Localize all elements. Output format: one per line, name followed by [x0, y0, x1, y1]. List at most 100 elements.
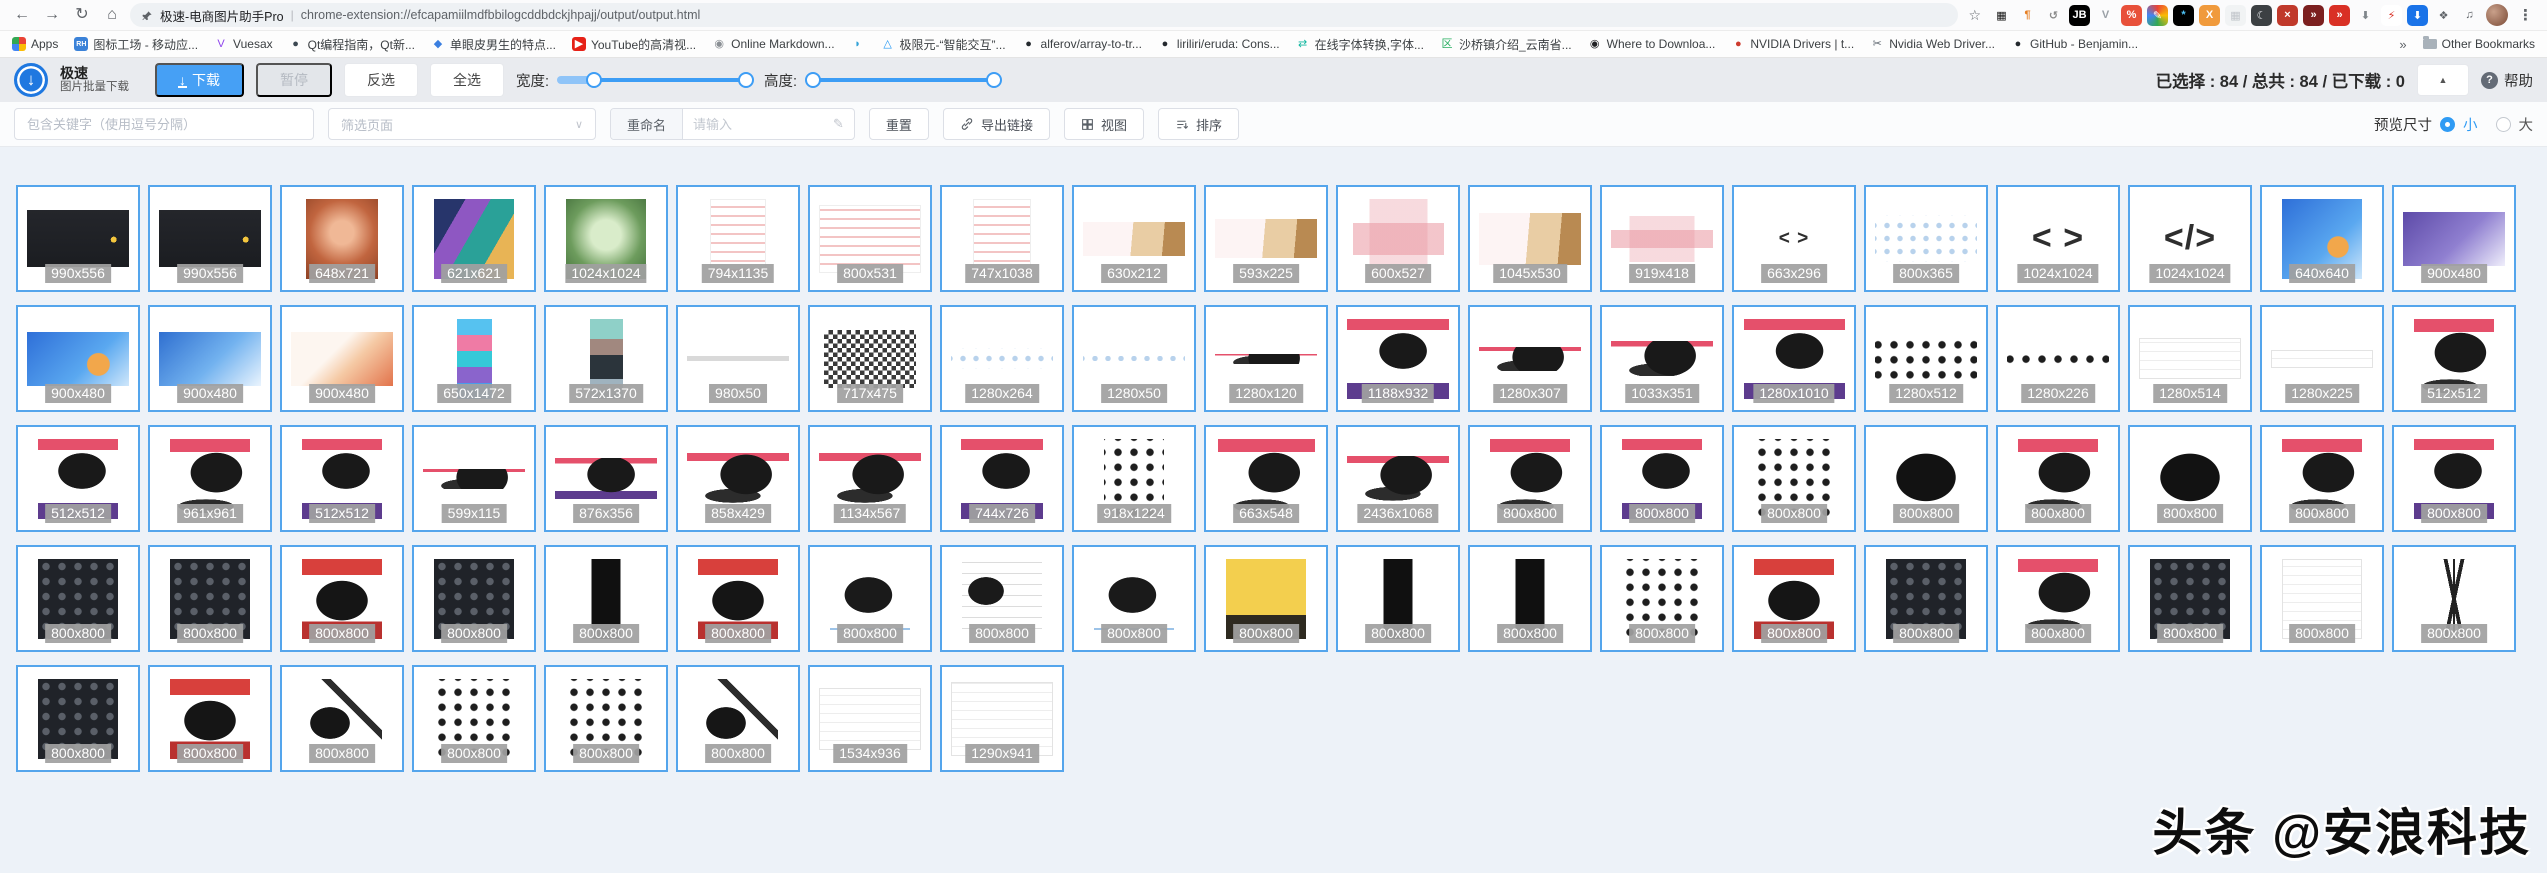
image-cell[interactable]: 800x800 [808, 545, 932, 652]
image-cell[interactable]: 800x800 [1732, 545, 1856, 652]
image-cell[interactable]: 800x800 [544, 665, 668, 772]
rename-input[interactable] [683, 109, 834, 139]
reload-icon[interactable]: ↻ [70, 3, 94, 27]
bookmark-shaqiaozhen[interactable]: 区沙桥镇介绍_云南省... [1440, 36, 1571, 53]
reset-button[interactable]: 重置 [868, 108, 929, 140]
image-cell[interactable]: 800x800 [2392, 545, 2516, 652]
dark-mode-moon-icon[interactable]: ☾ [2251, 4, 2272, 26]
view-button[interactable]: 视图 [1063, 108, 1144, 140]
height-slider-max-handle[interactable] [986, 72, 1003, 88]
width-slider-min-handle[interactable] [586, 72, 603, 88]
bookmark-nvidia-web-driver[interactable]: ✂ Nvidia Web Driver... [1870, 37, 1995, 51]
double-arrow-circle-icon[interactable]: » [2329, 4, 2350, 26]
bookmark-vuesax[interactable]: V Vuesax [214, 37, 272, 51]
shield-x-icon[interactable]: × [2277, 4, 2298, 26]
image-cell[interactable]: 1134x567 [808, 425, 932, 532]
image-cell[interactable]: 1290x941 [940, 665, 1064, 772]
asterisk-icon[interactable]: * [2173, 4, 2194, 26]
image-cell[interactable]: 800x800 [1996, 545, 2120, 652]
select-all-button[interactable]: 全选 [430, 63, 504, 97]
image-cell[interactable]: 630x212 [1072, 185, 1196, 292]
page-filter-select[interactable]: 筛选页面 ∨ [328, 108, 596, 140]
image-cell[interactable]: 800x800 [1468, 545, 1592, 652]
image-cell[interactable]: 800x800 [2128, 425, 2252, 532]
other-bookmarks[interactable]: Other Bookmarks [2422, 36, 2535, 51]
double-arrow-badge-icon[interactable]: » [2303, 4, 2324, 26]
image-cell[interactable]: 512x512 [2392, 305, 2516, 412]
image-cell[interactable]: 663x548 [1204, 425, 1328, 532]
forward-icon[interactable]: → [40, 3, 64, 27]
image-cell[interactable]: 1033x351 [1600, 305, 1724, 412]
image-cell[interactable]: 980x50 [676, 305, 800, 412]
bookmark-qt-guide[interactable]: ● Qt编程指南，Qt新... [289, 36, 415, 53]
image-cell[interactable]: 919x418 [1600, 185, 1724, 292]
image-cell[interactable]: 990x556 [16, 185, 140, 292]
help-button[interactable]: ? 帮助 [2481, 70, 2533, 91]
image-cell[interactable]: 648x721 [280, 185, 404, 292]
image-cell[interactable]: 1280x225 [2260, 305, 2384, 412]
image-cell[interactable]: 800x800 [2260, 545, 2384, 652]
preview-small-radio[interactable] [2440, 116, 2455, 132]
image-cell[interactable]: 858x429 [676, 425, 800, 532]
image-cell[interactable]: 800x800 [16, 665, 140, 772]
image-cell[interactable]: 961x961 [148, 425, 272, 532]
image-cell[interactable]: 744x726 [940, 425, 1064, 532]
image-cell[interactable]: 800x800 [2128, 545, 2252, 652]
docs-pencil-icon[interactable]: ✎ [2147, 4, 2168, 26]
image-cell[interactable]: 800x365 [1864, 185, 1988, 292]
image-cell[interactable]: 800x800 [1996, 425, 2120, 532]
bookmark-where-download[interactable]: ◉ Where to Downloa... [1588, 37, 1716, 51]
invert-selection-button[interactable]: 反选 [344, 63, 418, 97]
export-links-button[interactable]: 导出链接 [942, 108, 1050, 140]
image-cell[interactable]: 800x800 [148, 545, 272, 652]
image-cell[interactable]: 593x225 [1204, 185, 1328, 292]
bookmark-apps[interactable]: Apps [12, 37, 58, 51]
lightning-icon[interactable]: ⚡ [2381, 4, 2402, 26]
sort-button[interactable]: 排序 [1157, 108, 1239, 140]
grid-icon[interactable]: ▦ [2225, 4, 2246, 26]
history-icon[interactable]: ↺ [2043, 5, 2064, 26]
image-cell[interactable]: 900x480 [16, 305, 140, 412]
bookmark-alferov[interactable]: ● alferov/array-to-tr... [1022, 37, 1142, 51]
image-cell[interactable]: 800x531 [808, 185, 932, 292]
bookmarks-overflow-icon[interactable]: » [2399, 37, 2406, 52]
width-slider-max-handle[interactable] [738, 72, 755, 88]
home-icon[interactable]: ⌂ [100, 3, 124, 27]
image-cell[interactable]: 800x800 [544, 545, 668, 652]
image-cell[interactable]: 800x800 [1204, 545, 1328, 652]
image-cell[interactable]: 2436x1068 [1336, 425, 1460, 532]
image-cell[interactable]: 600x527 [1336, 185, 1460, 292]
bookmark-nvidia-drivers[interactable]: ● NVIDIA Drivers | t... [1731, 37, 1854, 51]
bookmark-youtube[interactable]: ▶ YouTube的高清视... [571, 36, 696, 53]
bookmark-online-markdown[interactable]: ◉ Online Markdown... [712, 37, 834, 51]
image-cell[interactable]: 800x800 [412, 665, 536, 772]
image-cell[interactable]: 1280x226 [1996, 305, 2120, 412]
image-cell[interactable]: 1280x514 [2128, 305, 2252, 412]
image-cell[interactable]: < >1024x1024 [1996, 185, 2120, 292]
bookmark-eruda[interactable]: ● liriliri/eruda: Cons... [1158, 37, 1280, 51]
image-cell[interactable]: </> 1024x1024 [2128, 185, 2252, 292]
image-cell[interactable]: 800x800 [2392, 425, 2516, 532]
image-cell[interactable]: 900x480 [148, 305, 272, 412]
image-cell[interactable]: 512x512 [280, 425, 404, 532]
image-cell[interactable]: 1534x936 [808, 665, 932, 772]
image-cell[interactable]: 650x1472 [412, 305, 536, 412]
image-cell[interactable]: 800x800 [1600, 425, 1724, 532]
image-cell[interactable]: 1280x120 [1204, 305, 1328, 412]
image-cell[interactable]: 512x512 [16, 425, 140, 532]
bookmark-blue-icon[interactable]: ◗ [851, 37, 865, 51]
preview-small-label[interactable]: 小 [2463, 114, 2478, 135]
height-slider[interactable] [804, 72, 1003, 88]
image-cell[interactable]: 800x800 [940, 545, 1064, 652]
image-cell[interactable]: 918x1224 [1072, 425, 1196, 532]
vuetify-icon[interactable]: V [2095, 5, 2116, 26]
extensions-puzzle-icon[interactable]: ❖ [2433, 5, 2454, 26]
image-cell[interactable]: 572x1370 [544, 305, 668, 412]
preview-large-radio[interactable] [2495, 116, 2511, 132]
image-cell[interactable]: 800x800 [280, 665, 404, 772]
image-cell[interactable]: 800x800 [1864, 425, 1988, 532]
image-cell[interactable]: 1188x932 [1336, 305, 1460, 412]
image-cell[interactable]: 800x800 [676, 665, 800, 772]
image-cell[interactable]: 800x800 [412, 545, 536, 652]
bookmark-font-convert[interactable]: ⇄ 在线字体转换,字体... [1296, 36, 1424, 53]
